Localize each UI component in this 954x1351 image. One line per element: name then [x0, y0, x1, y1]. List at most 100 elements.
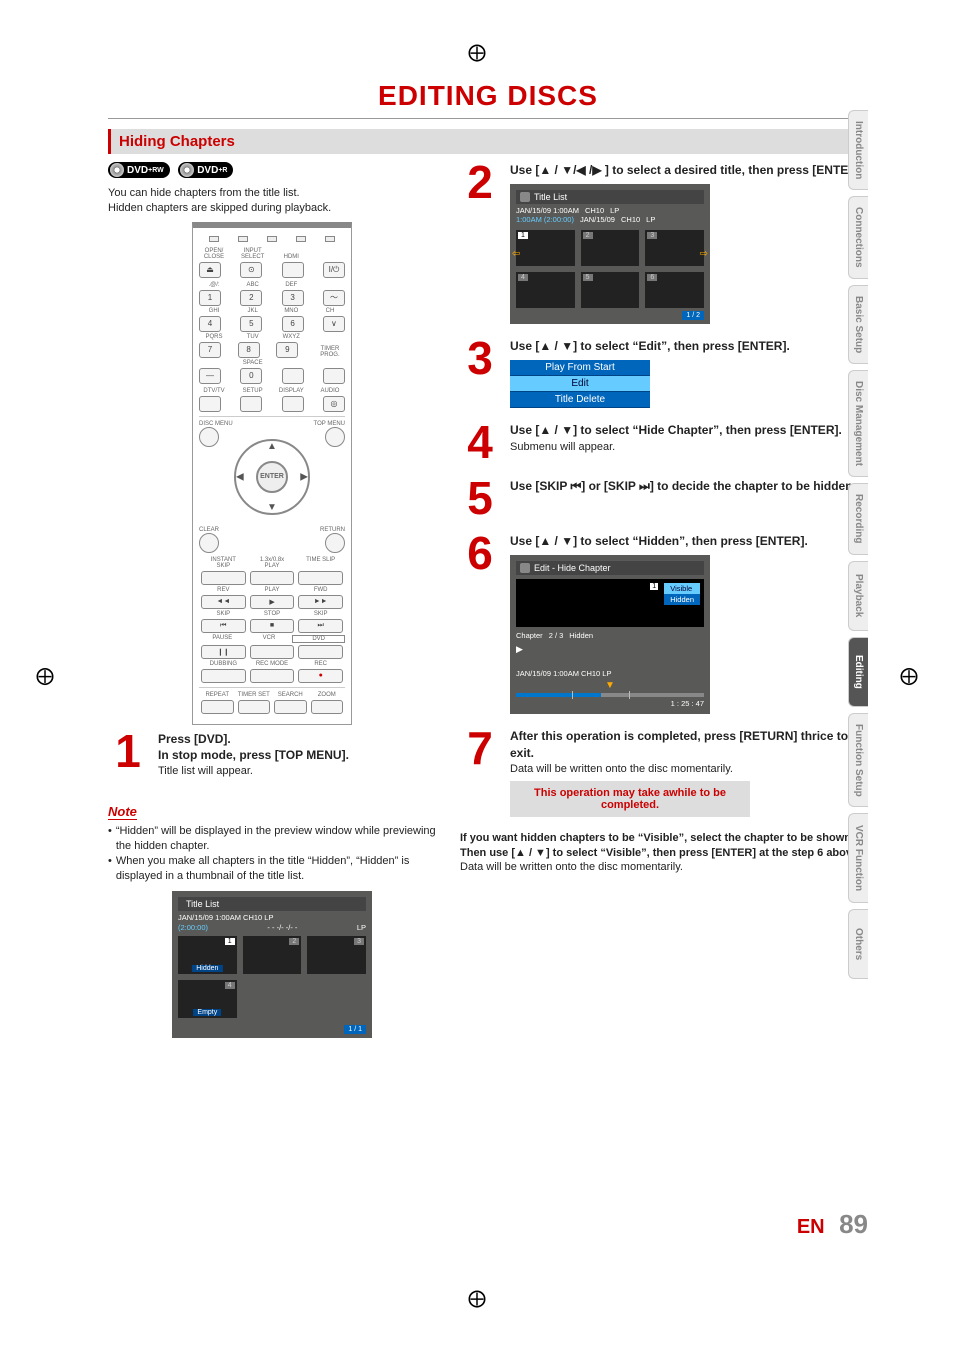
fwd-button[interactable]: ►►: [298, 595, 343, 609]
search-button[interactable]: [274, 700, 307, 714]
remote-label: ABC: [238, 282, 268, 288]
thumbnail: 1: [516, 230, 575, 266]
hdmi-button[interactable]: [282, 262, 304, 278]
step-headline: Press [DVD].: [158, 731, 436, 747]
registration-mark-icon: ⨁: [468, 42, 486, 63]
keypad-4[interactable]: 4: [199, 316, 221, 332]
zoom-button[interactable]: [311, 700, 344, 714]
rec-button[interactable]: ●: [298, 669, 343, 683]
step-number: 5: [460, 478, 500, 519]
remote-label: GHI: [199, 308, 229, 314]
tab-introduction[interactable]: Introduction: [848, 110, 868, 190]
repeat-button[interactable]: [201, 700, 234, 714]
thumbnail: 1 Hidden: [178, 936, 237, 974]
keypad-9[interactable]: 9: [276, 342, 298, 358]
thumb-num: 1: [518, 232, 528, 239]
progress-bar: [516, 693, 704, 697]
vcr-button[interactable]: [250, 645, 295, 659]
tab-connections[interactable]: Connections: [848, 196, 868, 279]
thumbnail-empty: [307, 980, 366, 1018]
pause-button[interactable]: ❙❙: [201, 645, 246, 659]
remote-label: INPUT SELECT: [238, 248, 268, 260]
dash-button[interactable]: —: [199, 368, 221, 384]
osd-date-dash: - - -/- -/- -: [267, 923, 297, 932]
thumbnail-empty: [243, 980, 302, 1018]
thumbnail: 3: [645, 230, 704, 266]
power-button[interactable]: I/⏻: [323, 262, 345, 278]
keypad-6[interactable]: 6: [282, 316, 304, 332]
thumb-num: 6: [647, 274, 657, 281]
keypad-0[interactable]: 0: [240, 368, 262, 384]
remote-label: DEF: [276, 282, 306, 288]
ch-up-button[interactable]: 〜: [323, 290, 345, 306]
tab-playback[interactable]: Playback: [848, 561, 868, 631]
remote-label: SKIP: [296, 611, 345, 617]
eject-button[interactable]: ⏏: [199, 262, 221, 278]
timer-prog-button[interactable]: [323, 368, 345, 384]
up-arrow-icon[interactable]: ▲: [267, 441, 277, 452]
intro-line: Hidden chapters are skipped during playb…: [108, 201, 436, 216]
step-6: 6 Use [▲ / ▼] to select “Hidden”, then p…: [460, 533, 868, 714]
dubbing-button[interactable]: [201, 669, 246, 683]
keypad-2[interactable]: 2: [240, 290, 262, 306]
instant-skip-button[interactable]: [201, 571, 246, 585]
right-arrow-icon[interactable]: ▶: [300, 471, 308, 482]
thumb-state: Hidden: [192, 965, 222, 972]
return-button[interactable]: [325, 533, 345, 553]
timer-set-button[interactable]: [238, 700, 271, 714]
display-button[interactable]: [282, 396, 304, 412]
remote-label: TIME SLIP: [296, 557, 345, 569]
setup-button[interactable]: [240, 396, 262, 412]
enter-button[interactable]: ENTER: [256, 461, 288, 493]
blank-button[interactable]: [282, 368, 304, 384]
step-4: 4 Use [▲ / ▼] to select “Hide Chapter”, …: [460, 422, 868, 463]
step-number: 3: [460, 338, 500, 408]
osd-meta: JAN/15/09: [580, 215, 615, 224]
keypad-1[interactable]: 1: [199, 290, 221, 306]
disc-menu-button[interactable]: [199, 427, 219, 447]
down-arrow-icon[interactable]: ▼: [267, 502, 277, 513]
keypad-3[interactable]: 3: [282, 290, 304, 306]
osd-meta: 1:00AM (2:00:00): [516, 215, 574, 224]
tab-others[interactable]: Others: [848, 909, 868, 979]
disc-menu-label: DISC MENU: [199, 421, 233, 427]
play-button[interactable]: ▶: [250, 595, 295, 609]
dtv-tv-button[interactable]: [199, 396, 221, 412]
clear-label: CLEAR: [199, 527, 219, 533]
speed-play-button[interactable]: [250, 571, 295, 585]
rev-button[interactable]: ◄◄: [201, 595, 246, 609]
rec-mode-button[interactable]: [250, 669, 295, 683]
stop-button[interactable]: ■: [250, 619, 295, 633]
chapter-fraction: 2 / 3: [549, 631, 564, 640]
tail-text: Data will be written onto the disc momen…: [460, 860, 868, 875]
osd-meta: LP: [646, 215, 655, 224]
edit-menu: Play From Start Edit Title Delete: [510, 360, 650, 408]
tab-basic-setup[interactable]: Basic Setup: [848, 285, 868, 364]
skip-back-button[interactable]: ⏮: [201, 619, 246, 633]
tab-disc-management[interactable]: Disc Management: [848, 370, 868, 477]
top-menu-button[interactable]: [325, 427, 345, 447]
dvd-button[interactable]: [298, 645, 343, 659]
skip-fwd-button[interactable]: ⏭: [298, 619, 343, 633]
keypad-5[interactable]: 5: [240, 316, 262, 332]
time-slip-button[interactable]: [298, 571, 343, 585]
footer-lang: EN: [797, 1216, 825, 1238]
clear-button[interactable]: [199, 533, 219, 553]
dvd-mode-label: DVD: [292, 635, 345, 643]
audio-button[interactable]: ◎: [323, 396, 345, 412]
thumb-num: 1: [225, 938, 235, 945]
tab-editing[interactable]: Editing: [848, 637, 868, 707]
disc-icon: [110, 163, 124, 177]
ch-down-button[interactable]: ∨: [323, 316, 345, 332]
tab-recording[interactable]: Recording: [848, 483, 868, 554]
keypad-7[interactable]: 7: [199, 342, 221, 358]
tab-function-setup[interactable]: Function Setup: [848, 713, 868, 808]
input-select-button[interactable]: ⊙: [240, 262, 262, 278]
step-number: 4: [460, 422, 500, 463]
tab-vcr-function[interactable]: VCR Function: [848, 813, 868, 903]
keypad-8[interactable]: 8: [238, 342, 260, 358]
osd-title: Title List: [534, 192, 567, 202]
remote-label: WXYZ: [276, 334, 306, 340]
left-arrow-icon[interactable]: ◀: [236, 471, 244, 482]
page: EDITING DISCS Hiding Chapters DVD +RW DV…: [108, 80, 868, 1240]
